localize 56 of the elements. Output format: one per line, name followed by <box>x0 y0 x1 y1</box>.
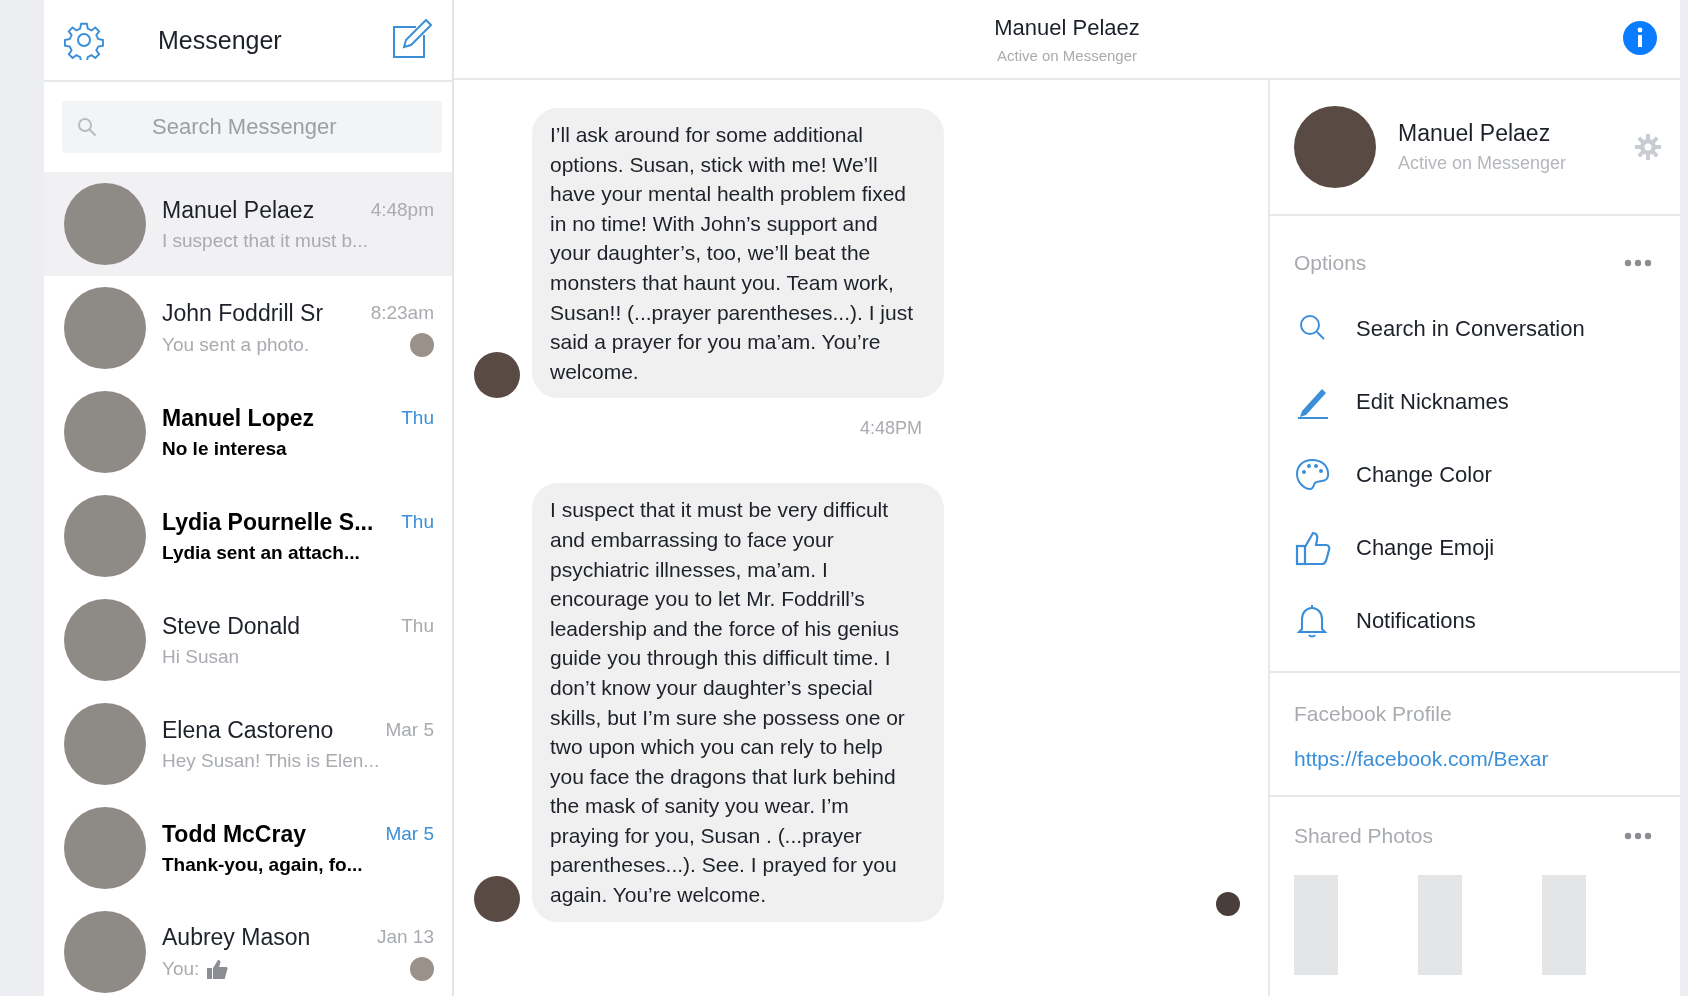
avatar <box>474 352 520 399</box>
section-title: Shared Photos <box>1294 824 1433 848</box>
message-time: 4:48pm <box>370 199 434 221</box>
message-time: Mar 5 <box>385 719 434 741</box>
message-time: Thu <box>401 615 434 637</box>
message-preview: You sent a photo. <box>162 333 310 356</box>
search-field[interactable]: Search Messenger <box>62 101 442 153</box>
message-preview: Thank-you, again, fo... <box>162 853 363 876</box>
contact-name: Elena Castoreno <box>162 716 335 744</box>
message-preview: Hey Susan! This is Elen... <box>162 749 380 772</box>
conversation-item[interactable]: Steve Donald Thu Hi Susan <box>44 588 452 692</box>
more-icon[interactable] <box>1624 832 1652 840</box>
message-time: Thu <box>401 511 434 533</box>
section-title: Facebook Profile <box>1294 702 1452 726</box>
contact-name: Manuel Pelaez <box>1398 120 1552 147</box>
compose-icon[interactable] <box>390 19 432 61</box>
option-item[interactable]: Change Color <box>1294 438 1652 511</box>
section-title: Options <box>1294 251 1367 275</box>
contact-name: John Foddrill Sr <box>162 299 325 327</box>
message-preview: Lydia sent an attach... <box>162 541 360 564</box>
app-title: Messenger <box>157 25 283 55</box>
conversation-item[interactable]: Todd McCray Mar 5 Thank-you, again, fo... <box>44 796 452 900</box>
conversation-item[interactable]: Manuel Lopez Thu No le interesa <box>44 380 452 484</box>
conversation-item[interactable]: Manuel Pelaez 4:48pm I suspect that it must b... <box>44 172 452 276</box>
message-bubble: I’ll ask around for some additional options. Susan, stick with me! We’ll have your mental health problem fixed in no time! With John’s support and your daughter’s, too, we’ll beat the monsters that haunt you. Team work, Susan!! (...prayer parentheses...). I just said a prayer for you ma’am. You’re welcome. <box>532 108 944 399</box>
conversation-item[interactable]: Elena Castoreno Mar 5 Hey Susan! This is Elen... <box>44 692 452 796</box>
settings-icon[interactable] <box>64 20 104 60</box>
conversation-item[interactable]: John Foddrill Sr 8:23am You sent a photo. <box>44 276 452 380</box>
contact-name: Aubrey Mason <box>162 923 312 951</box>
option-item[interactable]: Edit Nicknames <box>1294 365 1652 438</box>
timestamp: 4:48PM <box>858 418 922 440</box>
conversation-item[interactable]: Lydia Pournelle S... Thu Lydia sent an attach... <box>44 484 452 588</box>
message-time: 8:23am <box>370 302 434 324</box>
option-item[interactable]: Search in Conversation <box>1294 292 1652 365</box>
contact-name: Manuel Pelaez <box>162 196 316 224</box>
message-preview: You: <box>162 957 200 980</box>
message-bubble: I suspect that it must be very difficult and embarrassing to face your psychiatric illnesses, ma’am. I encourage you to let Mr. Foddrill’s leadership and the force of his genius guide you through this difficult time. I don’t know your daughter’s special skills, but I’m sure she possess one or two upon which you can rely to help you face the dragons that lurk behind the mask of sanity you wear. I’m praying for you, Susan . (...prayer parentheses...). See. I prayed for you again. You’re welcome. <box>532 483 944 922</box>
avatar <box>474 875 520 922</box>
contact-name: Lydia Pournelle S... <box>162 508 375 536</box>
info-icon[interactable] <box>1622 20 1658 56</box>
message-preview: No le interesa <box>162 437 287 460</box>
active-status: Active on Messenger <box>1398 153 1568 174</box>
contact-name: Manuel Lopez <box>162 404 316 432</box>
message-time: Thu <box>401 407 434 429</box>
message-time: Mar 5 <box>385 823 434 845</box>
option-item[interactable]: Notifications <box>1294 584 1652 657</box>
more-icon[interactable] <box>1624 259 1652 267</box>
option-item[interactable]: Change Emoji <box>1294 511 1652 584</box>
contact-name: Todd McCray <box>162 820 307 848</box>
message-preview: Hi Susan <box>162 645 240 668</box>
conversation-item[interactable]: Aubrey Mason Jan 13 You: <box>44 900 452 996</box>
message-preview: I suspect that it must b... <box>162 229 368 252</box>
active-status: Active on Messenger <box>996 46 1138 64</box>
contact-name: Steve Donald <box>162 612 302 640</box>
conversation-title: Manuel Pelaez <box>994 14 1140 41</box>
message-time: Jan 13 <box>376 926 434 948</box>
